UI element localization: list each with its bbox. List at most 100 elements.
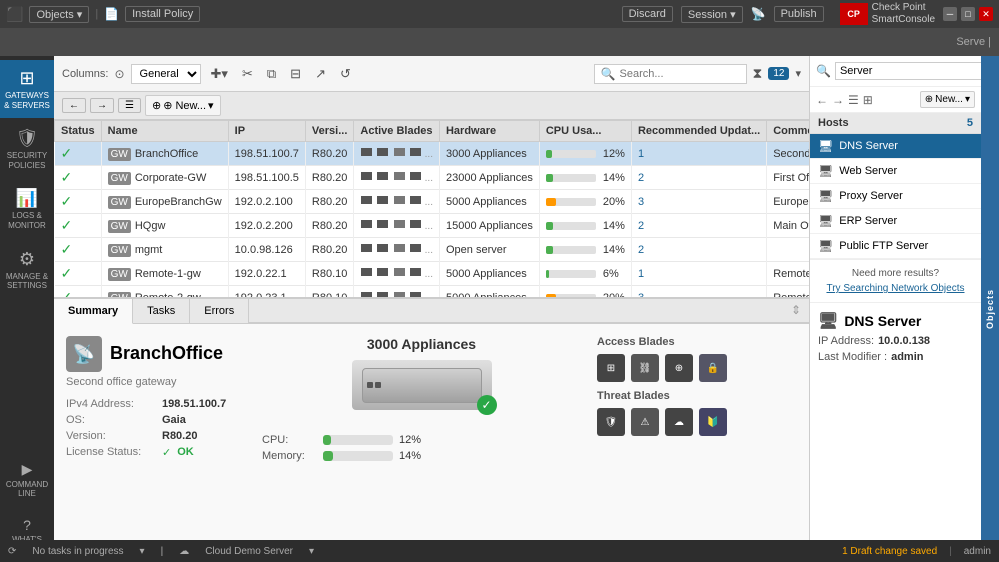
nav-back-button[interactable]: ← <box>816 93 828 107</box>
nav-grid-button[interactable]: ⊞ <box>863 93 873 107</box>
objects-button[interactable]: Objects ▾ <box>29 6 89 23</box>
user-label: admin <box>964 546 991 557</box>
host-label-erp: ERP Server <box>839 215 897 227</box>
sidebar-item-security[interactable]: 🛡 SECURITYPOLICIES <box>0 120 54 178</box>
col-version[interactable]: Versi... <box>305 121 353 142</box>
access-blades-title: Access Blades <box>597 336 797 348</box>
cell-ip: 10.0.98.126 <box>228 238 305 262</box>
sidebar-item-manage[interactable]: ⚙ MANAGE &SETTINGS <box>0 241 54 299</box>
list-view-button[interactable]: ☰ <box>118 98 141 113</box>
second-bar: Serve | <box>0 28 999 56</box>
objects-side-tab[interactable]: Objects <box>981 56 999 562</box>
cell-name: GWBranchOffice <box>101 142 228 166</box>
maximize-button[interactable]: □ <box>961 7 975 21</box>
detail-expand[interactable]: ⇕ <box>249 299 809 323</box>
back-button[interactable]: ← <box>62 98 86 113</box>
col-hardware[interactable]: Hardware <box>439 121 539 142</box>
tab-errors[interactable]: Errors <box>190 299 249 323</box>
filter-icon[interactable]: ⧗ <box>753 65 763 82</box>
dns-ip-label: IP Address: <box>818 335 874 347</box>
cell-version: R80.10 <box>305 286 353 298</box>
col-ip[interactable]: IP <box>228 121 305 142</box>
more-results-link[interactable]: Try Searching Network Objects <box>818 283 973 294</box>
search-icon-right: 🔍 <box>816 64 831 78</box>
columns-select[interactable]: General <box>131 64 201 84</box>
session-button[interactable]: Session ▾ <box>681 6 743 23</box>
host-icon-proxy: 🖥 <box>818 189 833 203</box>
ipv4-label: IPv4 Address: <box>66 398 156 410</box>
table-row[interactable]: ✓ GWBranchOffice 198.51.100.7 R80.20 ...… <box>55 142 810 166</box>
mem-row: Memory: 14% <box>262 450 581 462</box>
forward-button[interactable]: → <box>90 98 114 113</box>
table-row[interactable]: ✓ GWRemote-2-gw 192.0.23.1 R80.10 ... 50… <box>55 286 810 298</box>
new-label: ⊕ New... <box>163 99 206 112</box>
logs-label: LOGS &MONITOR <box>8 211 46 230</box>
left-sidebar: ⊞ GATEWAYS& SERVERS 🛡 SECURITYPOLICIES 📊… <box>0 56 54 562</box>
host-item-dns[interactable]: 🖥 DNS Server <box>810 134 981 159</box>
cell-hardware: Open server <box>439 238 539 262</box>
whatsnew-icon: ? <box>23 517 31 533</box>
mem-fill <box>323 451 333 461</box>
publish-button[interactable]: Publish <box>774 6 824 22</box>
close-button[interactable]: ✕ <box>979 7 993 21</box>
mem-label: Memory: <box>262 450 317 462</box>
sidebar-item-command[interactable]: ▶ COMMANDLINE <box>0 453 54 507</box>
col-blades[interactable]: Active Blades <box>354 121 440 142</box>
table-row[interactable]: ✓ GWEuropeBranchGw 192.0.2.100 R80.20 ..… <box>55 190 810 214</box>
col-comment[interactable]: Comment <box>767 121 809 142</box>
add-button[interactable]: ✚▾ <box>207 64 232 84</box>
host-item-web[interactable]: 🖥 Web Server <box>810 159 981 184</box>
top-bar: ⬛ Objects ▾ | 📄 Install Policy Discard S… <box>0 0 999 28</box>
minimize-button[interactable]: ─ <box>943 7 957 21</box>
search-input[interactable] <box>620 68 740 80</box>
server-arrow[interactable]: ▾ <box>309 546 314 557</box>
col-recommended[interactable]: Recommended Updat... <box>631 121 766 142</box>
cell-hardware: 15000 Appliances <box>439 214 539 238</box>
tab-tasks[interactable]: Tasks <box>133 299 190 323</box>
right-new-button[interactable]: ⊕ New... ▾ <box>920 91 975 108</box>
host-item-ftp[interactable]: 🖥 Public FTP Server <box>810 234 981 259</box>
table-row[interactable]: ✓ GWRemote-1-gw 192.0.22.1 R80.10 ... 50… <box>55 262 810 286</box>
refresh-button[interactable]: ↺ <box>336 64 355 84</box>
tab-summary[interactable]: Summary <box>54 299 133 324</box>
columns-label: Columns: <box>62 68 108 80</box>
col-name[interactable]: Name <box>101 121 228 142</box>
nav-forward-button[interactable]: → <box>832 93 844 107</box>
cell-blades: ... <box>354 190 440 214</box>
count-arrow[interactable]: ▾ <box>795 67 801 80</box>
tasks-arrow[interactable]: ▾ <box>140 546 145 557</box>
dns-modifier-row: Last Modifier : admin <box>818 351 973 365</box>
dns-modifier-value: admin <box>891 351 923 365</box>
nav-list-button[interactable]: ☰ <box>848 93 859 107</box>
sidebar-item-logs[interactable]: 📊 LOGS &MONITOR <box>0 180 54 238</box>
cell-recommended: 3 <box>631 286 766 298</box>
cell-hardware: 5000 Appliances <box>439 286 539 298</box>
host-icon-web: 🖥 <box>818 164 833 178</box>
col-status[interactable]: Status <box>55 121 102 142</box>
host-label-ftp: Public FTP Server <box>839 240 928 252</box>
action-button[interactable]: ⊟ <box>286 64 305 84</box>
appliance-image: ✓ <box>352 360 492 410</box>
discard-button[interactable]: Discard <box>622 6 673 22</box>
mem-pct: 14% <box>399 450 421 462</box>
blade-fw: ⊞ <box>597 354 625 382</box>
cell-name: GWRemote-2-gw <box>101 286 228 298</box>
dns-modifier-label: Last Modifier : <box>818 351 887 363</box>
cell-comment: Second o... <box>767 142 809 166</box>
cell-version: R80.20 <box>305 238 353 262</box>
new-button[interactable]: ⊕ ⊕ New... ▾ <box>145 95 221 116</box>
export-button[interactable]: ↗ <box>311 64 330 84</box>
right-search-input[interactable] <box>835 62 987 80</box>
clone-button[interactable]: ⧉ <box>263 64 280 84</box>
host-item-proxy[interactable]: 🖥 Proxy Server <box>810 184 981 209</box>
host-item-erp[interactable]: 🖥 ERP Server <box>810 209 981 234</box>
more-results: Need more results? Try Searching Network… <box>810 259 981 302</box>
scissors-button[interactable]: ✂ <box>238 64 257 84</box>
table-row[interactable]: ✓ GWCorporate-GW 198.51.100.5 R80.20 ...… <box>55 166 810 190</box>
table-row[interactable]: ✓ GWHQgw 192.0.2.200 R80.20 ... 15000 Ap… <box>55 214 810 238</box>
table-row[interactable]: ✓ GWmgmt 10.0.98.126 R80.20 ... Open ser… <box>55 238 810 262</box>
host-icon-dns: 🖥 <box>818 139 833 153</box>
col-cpu[interactable]: CPU Usa... <box>539 121 631 142</box>
sidebar-item-gateways[interactable]: ⊞ GATEWAYS& SERVERS <box>0 60 54 118</box>
install-policy-button[interactable]: Install Policy <box>125 6 200 22</box>
